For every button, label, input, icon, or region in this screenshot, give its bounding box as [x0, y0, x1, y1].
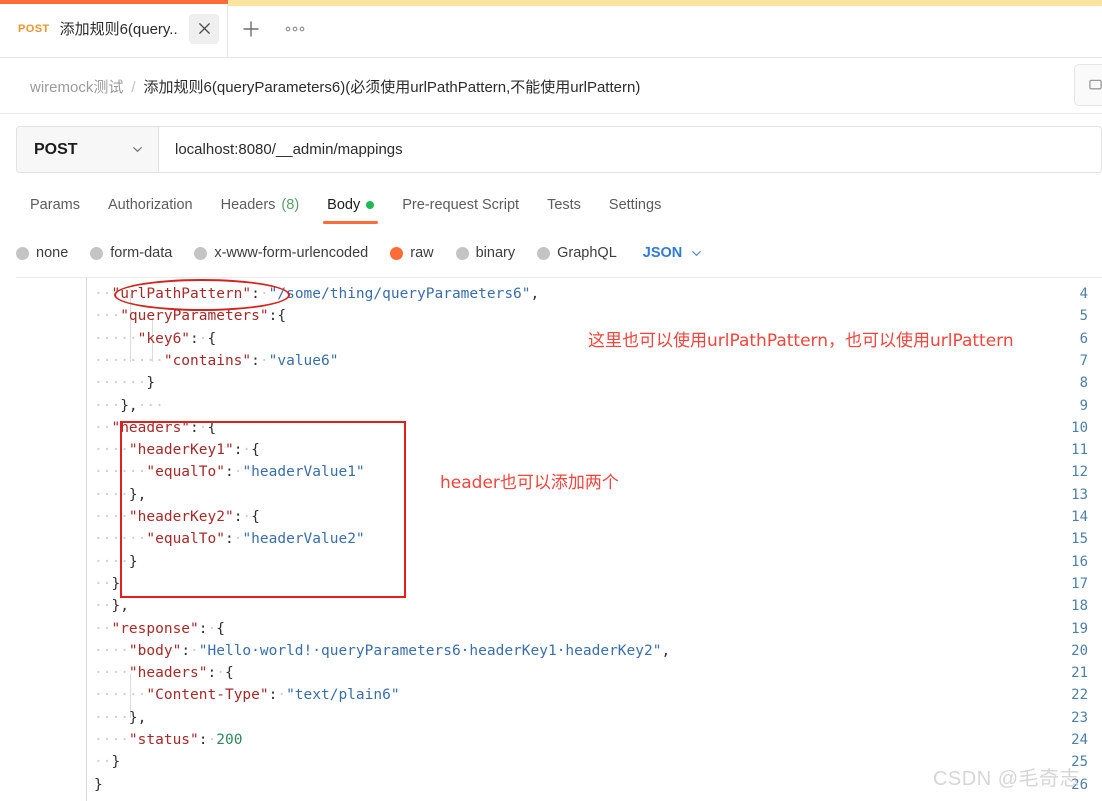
body-type-form-data[interactable]: form-data — [90, 245, 194, 261]
tab-params-label: Params — [30, 197, 80, 213]
tab-tests[interactable]: Tests — [533, 188, 595, 222]
body-type-graphql-label: GraphQL — [557, 245, 617, 261]
body-type-binary[interactable]: binary — [455, 245, 538, 261]
request-tab-active[interactable]: POST 添加规则6(query... — [0, 0, 228, 57]
tab-title-label: 添加规则6(query... — [59, 21, 179, 38]
body-type-form-data-label: form-data — [110, 245, 173, 261]
breadcrumb-separator: / — [131, 78, 136, 96]
tab-settings[interactable]: Settings — [595, 188, 675, 222]
code-line[interactable]: ···"queryParameters":{ — [94, 305, 286, 327]
body-type-graphql[interactable]: GraphQL — [537, 245, 639, 261]
close-icon[interactable] — [189, 13, 219, 44]
code-line[interactable]: ······} — [94, 372, 155, 394]
tab-params[interactable]: Params — [16, 188, 94, 222]
radio-selected-icon — [390, 246, 404, 260]
code-line[interactable]: ····"body":·"Hello·world!·queryParameter… — [94, 640, 670, 662]
radio-icon — [194, 246, 208, 260]
breadcrumb: wiremock测试 / 添加规则6(queryParameters6)(必须使… — [30, 76, 640, 97]
code-line[interactable]: ····}, — [94, 484, 146, 506]
code-line[interactable]: ····"headers":·{ — [94, 662, 234, 684]
body-type-none-label: none — [36, 245, 69, 261]
body-format-select[interactable]: JSON — [643, 245, 704, 261]
request-section-tabs: Params Authorization Headers (8) Body Pr… — [16, 188, 675, 224]
tab-pre-request-script-label: Pre-request Script — [402, 197, 520, 213]
radio-icon — [455, 246, 469, 260]
tab-strip: POST 添加规则6(query... — [0, 0, 1102, 58]
annotation-note-urlpathpattern: 这里也可以使用urlPathPattern，也可以使用urlPattern — [588, 331, 1014, 351]
code-line[interactable]: ······"Content-Type":·"text/plain6" — [94, 684, 400, 706]
code-line[interactable]: } — [94, 774, 103, 796]
tab-body-label: Body — [327, 197, 361, 213]
plus-icon[interactable] — [232, 10, 270, 48]
code-line[interactable]: ········"contains":·"value6" — [94, 350, 338, 372]
code-line[interactable]: ····"headerKey1":·{ — [94, 439, 260, 461]
body-type-x-www-form-urlencoded[interactable]: x-www-form-urlencoded — [194, 245, 390, 261]
code-line[interactable]: ··"headers":·{ — [94, 417, 216, 439]
breadcrumb-row: wiremock测试 / 添加规则6(queryParameters6)(必须使… — [0, 58, 1102, 114]
code-line[interactable]: ···},··· — [94, 395, 164, 417]
code-line[interactable]: ··"response":·{ — [94, 618, 225, 640]
code-line[interactable]: ··}, — [94, 595, 129, 617]
tab-authorization-label: Authorization — [107, 197, 193, 213]
url-input[interactable]: localhost:8080/__admin/mappings — [159, 127, 1101, 172]
editor-line-number-gutter — [16, 278, 86, 801]
active-tab-accent — [0, 0, 228, 4]
breadcrumb-divider — [0, 113, 1102, 114]
body-type-none[interactable]: none — [16, 245, 90, 261]
watermark: CSDN @毛奇志 — [932, 768, 1080, 790]
body-type-x-www-form-urlencoded-label: x-www-form-urlencoded — [214, 245, 369, 261]
annotation-note-headers: header也可以添加两个 — [440, 473, 619, 493]
chevron-down-icon — [690, 247, 703, 260]
code-line[interactable]: ·····"key6":·{ — [94, 328, 216, 350]
code-line[interactable]: ··} — [94, 573, 120, 595]
chevron-down-icon — [131, 143, 144, 156]
postman-request-window: POST 添加规则6(query... wiremock测试 / 添加规则6(q… — [0, 0, 1102, 801]
tab-headers[interactable]: Headers (8) — [207, 188, 314, 222]
breadcrumb-current-request[interactable]: 添加规则6(queryParameters6)(必须使用urlPathPatte… — [144, 76, 641, 97]
tab-headers-label: Headers — [220, 197, 276, 213]
code-line[interactable]: ······"equalTo":·"headerValue1" — [94, 461, 365, 483]
radio-icon — [16, 246, 29, 260]
body-type-radio-group: none form-data x-www-form-urlencoded raw… — [16, 238, 703, 268]
ellipsis-icon[interactable] — [276, 10, 314, 48]
editor-gutter-divider — [86, 278, 87, 801]
code-line[interactable]: ····"status":·200 — [94, 729, 242, 751]
tab-body[interactable]: Body — [313, 188, 388, 224]
http-method-select[interactable]: POST — [17, 127, 159, 172]
body-type-raw-label: raw — [410, 245, 434, 261]
body-type-raw[interactable]: raw — [390, 245, 455, 261]
tab-authorization[interactable]: Authorization — [94, 188, 207, 222]
code-line[interactable]: ····} — [94, 551, 138, 573]
url-bar: POST localhost:8080/__admin/mappings — [16, 126, 1102, 173]
radio-icon — [537, 246, 551, 260]
request-body-editor[interactable]: 4 5 6 7 8 9 10 11 12 13 14 15 16 17 18 19 20 21 22 23 24 25 26… — [16, 278, 1102, 801]
tab-headers-count: (8) — [281, 197, 300, 213]
code-line[interactable]: ······"equalTo":·"headerValue2" — [94, 528, 365, 550]
tab-pre-request-script[interactable]: Pre-request Script — [388, 188, 533, 222]
body-has-content-dot-icon — [366, 201, 375, 209]
code-line[interactable]: ····"headerKey2":·{ — [94, 506, 260, 528]
comment-icon[interactable] — [1074, 64, 1102, 106]
radio-icon — [90, 246, 104, 260]
code-line[interactable]: ··} — [94, 751, 120, 773]
body-format-label: JSON — [642, 245, 683, 261]
breadcrumb-collection[interactable]: wiremock测试 — [30, 76, 123, 97]
editor-code-area[interactable]: ··"urlPathPattern":·"/some/thing/queryPa… — [94, 278, 1102, 801]
tab-tests-label: Tests — [547, 197, 581, 213]
body-type-binary-label: binary — [475, 245, 516, 261]
code-line[interactable]: ··"urlPathPattern":·"/some/thing/queryPa… — [94, 283, 539, 305]
tab-settings-label: Settings — [608, 197, 662, 213]
tab-method-label: POST — [18, 22, 50, 35]
code-line[interactable]: ····}, — [94, 707, 146, 729]
http-method-label: POST — [34, 140, 78, 158]
